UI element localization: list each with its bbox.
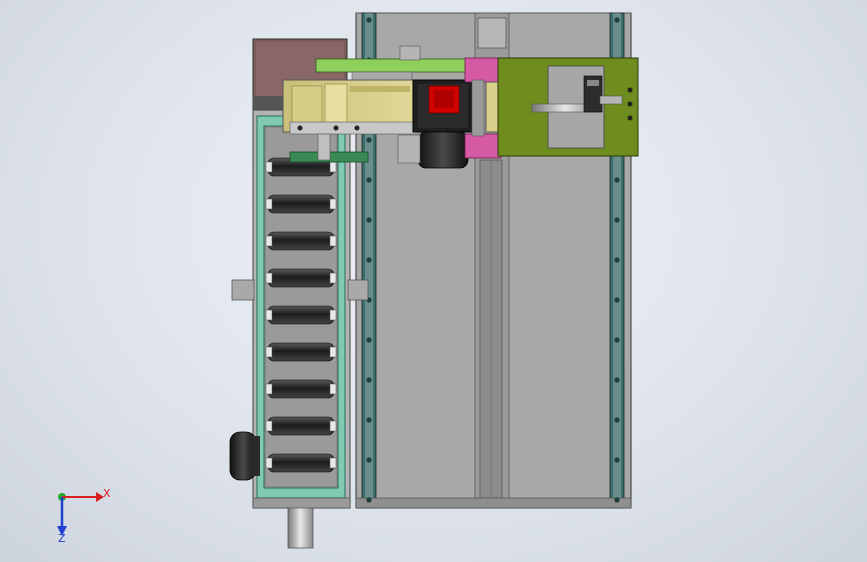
rail-bolt	[614, 417, 620, 423]
roller-bearing	[329, 198, 337, 210]
roller-bearing	[265, 161, 273, 173]
roller-bearing	[329, 235, 337, 247]
roller-bearing	[265, 198, 273, 210]
axis-x-label: X	[103, 487, 111, 500]
coordinate-triad-icon: X Z	[57, 487, 111, 545]
cad-viewport[interactable]: X Z	[0, 0, 867, 562]
roller-bearing	[265, 272, 273, 284]
roller-bearing	[265, 383, 273, 395]
rail-bolt	[614, 297, 620, 303]
rail-bolt	[366, 417, 372, 423]
rail-bolt	[366, 217, 372, 223]
rail-bolt	[614, 457, 620, 463]
roller-bearing	[265, 235, 273, 247]
roller	[267, 231, 335, 251]
rail-bolt	[366, 257, 372, 263]
roller	[267, 342, 335, 362]
roller-bearing	[329, 161, 337, 173]
roller	[267, 305, 335, 325]
roller-bearing	[329, 272, 337, 284]
rail-bolt	[366, 337, 372, 343]
rail-bolt	[614, 337, 620, 343]
roller-bearing	[329, 346, 337, 358]
roller-bearing	[329, 420, 337, 432]
roller	[267, 453, 335, 473]
rail-bolt	[366, 377, 372, 383]
rail-bolt	[614, 497, 620, 503]
roller-bearing	[265, 309, 273, 321]
roller-bearing	[265, 457, 273, 469]
rail-bolt	[614, 377, 620, 383]
cad-drawing: X Z	[57, 12, 639, 549]
rail-bolt	[614, 257, 620, 263]
roller-bearing	[329, 457, 337, 469]
rail-bolt	[366, 137, 372, 143]
axis-z-label: Z	[58, 532, 66, 545]
rail-bolt	[614, 217, 620, 223]
roller-bearing	[265, 346, 273, 358]
roller-bearing	[329, 383, 337, 395]
roller	[267, 194, 335, 214]
roller	[267, 379, 335, 399]
rail-bolt	[366, 17, 372, 23]
rail-bolt	[366, 457, 372, 463]
rail-bolt	[366, 497, 372, 503]
roller	[267, 268, 335, 288]
rail-bolt	[366, 177, 372, 183]
roller	[267, 416, 335, 436]
rail-bolt	[614, 177, 620, 183]
roller-bearing	[265, 420, 273, 432]
rail-bolt	[614, 17, 620, 23]
roller-conveyor	[229, 109, 369, 549]
roller-bearing	[329, 309, 337, 321]
